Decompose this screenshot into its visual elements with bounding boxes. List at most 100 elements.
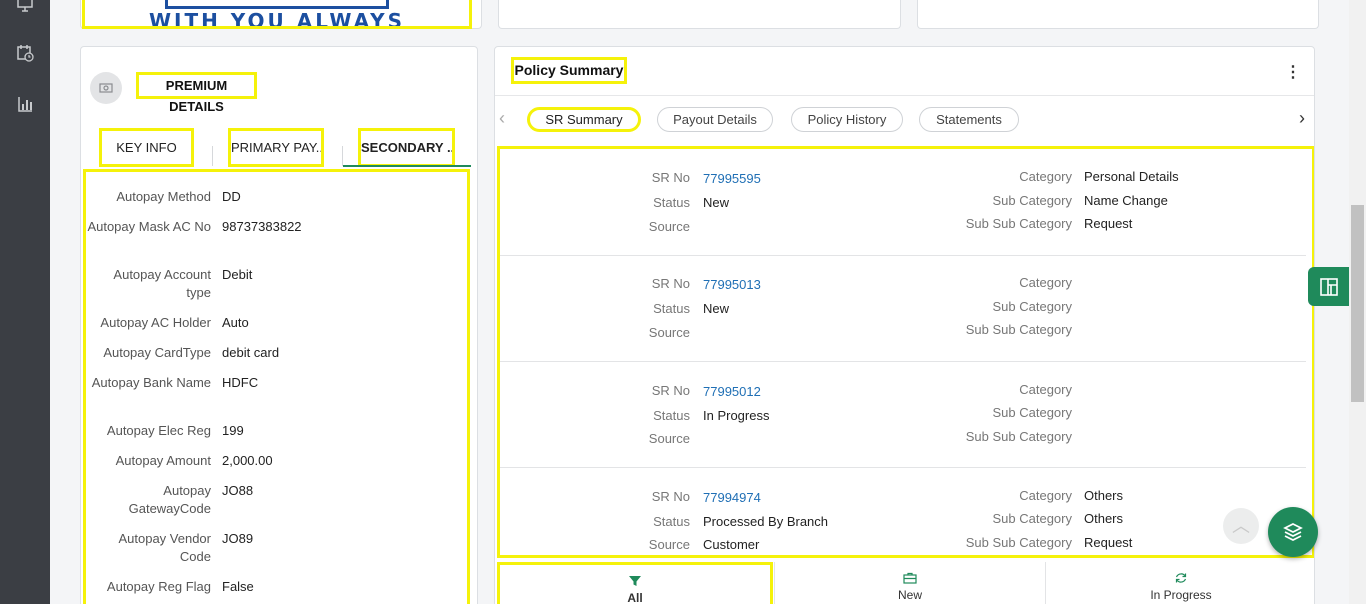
tab-sr-summary[interactable]: SR Summary bbox=[527, 107, 641, 132]
sr-no-label: SR No bbox=[651, 383, 690, 398]
tab-secondary-payment[interactable]: SECONDARY ... bbox=[358, 128, 455, 167]
category-label: Category bbox=[1019, 169, 1072, 184]
active-tab-indicator bbox=[343, 165, 471, 167]
status-value: New bbox=[703, 301, 730, 316]
presentation-icon[interactable] bbox=[16, 0, 34, 13]
banner-frame bbox=[165, 0, 389, 9]
field-value: DD bbox=[222, 189, 241, 204]
layers-button[interactable] bbox=[1268, 507, 1318, 557]
field-value: False bbox=[222, 579, 254, 594]
top-card-right bbox=[917, 0, 1319, 29]
list-item[interactable]: SR No 77995012 Status In Progress Source… bbox=[500, 361, 1306, 468]
field-label: Autopay Amount bbox=[115, 453, 211, 468]
tab-statements[interactable]: Statements bbox=[919, 107, 1019, 132]
sub-category-value: Name Change bbox=[1084, 193, 1168, 208]
premium-details-card: PREMIUM DETAILS KEY INFO PRIMARY PAY... … bbox=[80, 46, 478, 604]
field-value: HDFC bbox=[222, 375, 259, 390]
refresh-icon bbox=[1175, 573, 1187, 583]
field-value: Debit bbox=[222, 267, 253, 282]
field-value: debit card bbox=[222, 345, 280, 360]
layout-icon bbox=[1319, 277, 1338, 296]
field-label: Autopay Account type bbox=[113, 267, 211, 300]
chevron-up-icon: ︿ bbox=[1232, 516, 1250, 536]
sr-no-label: SR No bbox=[651, 489, 690, 504]
category-label: Category bbox=[1019, 275, 1072, 290]
field-value: 199 bbox=[222, 423, 244, 438]
scroll-to-top-button[interactable]: ︿ bbox=[1223, 508, 1259, 544]
divider bbox=[495, 95, 1314, 96]
status-label: Status bbox=[653, 514, 690, 529]
sub-sub-category-value: Request bbox=[1084, 216, 1133, 231]
sub-sub-category-label: Sub Sub Category bbox=[965, 216, 1072, 231]
sub-category-label: Sub Category bbox=[992, 405, 1073, 420]
list-item[interactable]: SR No 77994974 Status Processed By Branc… bbox=[500, 467, 1306, 555]
sub-category-label: Sub Category bbox=[992, 511, 1073, 526]
premium-fields-list: Autopay Method DD Autopay Mask AC No 987… bbox=[83, 169, 470, 604]
category-label: Category bbox=[1019, 382, 1072, 397]
category-label: Category bbox=[1019, 488, 1072, 503]
premium-details-title: PREMIUM DETAILS bbox=[136, 72, 257, 114]
banner-image: WITH YOU ALWAYS bbox=[82, 0, 472, 29]
field-label: Autopay Reg Flag bbox=[106, 579, 211, 594]
status-value: Processed By Branch bbox=[703, 514, 829, 529]
source-label: Source bbox=[648, 219, 690, 234]
top-card-middle bbox=[498, 0, 901, 29]
tab-key-info[interactable]: KEY INFO bbox=[99, 128, 194, 167]
scrollbar-thumb[interactable] bbox=[1351, 205, 1364, 402]
filter-tab-label: In Progress bbox=[1150, 588, 1212, 602]
sr-no-label: SR No bbox=[651, 276, 690, 291]
tab-policy-history[interactable]: Policy History bbox=[791, 107, 903, 132]
field-label: Autopay Elec Reg bbox=[106, 423, 211, 438]
sub-sub-category-label: Sub Sub Category bbox=[965, 429, 1072, 444]
layers-icon bbox=[1283, 523, 1303, 541]
briefcase-icon bbox=[903, 572, 917, 584]
field-label: Autopay Bank Name bbox=[91, 375, 211, 390]
tab-divider bbox=[212, 146, 213, 166]
sr-list: SR No 77995595 Status New Source Categor… bbox=[497, 146, 1314, 558]
sr-no-link[interactable]: 77995012 bbox=[703, 383, 761, 401]
sub-sub-category-label: Sub Sub Category bbox=[965, 535, 1072, 550]
category-value: Personal Details bbox=[1084, 169, 1179, 184]
money-icon bbox=[90, 72, 122, 104]
status-label: Status bbox=[653, 195, 690, 210]
status-filter-tabs: All New In Progress bbox=[495, 558, 1314, 604]
status-label: Status bbox=[653, 408, 690, 423]
sub-category-label: Sub Category bbox=[992, 299, 1073, 314]
field-value: JO88 bbox=[222, 483, 254, 498]
sub-sub-category-value: Request bbox=[1084, 535, 1133, 550]
sub-category-label: Sub Category bbox=[992, 193, 1073, 208]
filter-tab-label: New bbox=[897, 588, 922, 602]
field-value: 98737383822 bbox=[222, 219, 302, 234]
field-label: Autopay Vendor Code bbox=[118, 531, 211, 564]
field-label: Autopay GatewayCode bbox=[128, 483, 211, 516]
chevron-left-icon[interactable]: ‹ bbox=[499, 109, 511, 127]
source-label: Source bbox=[648, 325, 690, 340]
status-value: In Progress bbox=[703, 408, 770, 423]
filter-icon bbox=[629, 576, 641, 586]
tab-payout-details[interactable]: Payout Details bbox=[657, 107, 773, 132]
tab-primary-payment[interactable]: PRIMARY PAY... bbox=[228, 128, 324, 167]
calendar-clock-icon[interactable] bbox=[16, 44, 34, 62]
field-label: Autopay Method bbox=[116, 189, 211, 204]
bar-chart-icon[interactable] bbox=[16, 95, 34, 113]
sr-no-link[interactable]: 77995595 bbox=[703, 170, 761, 188]
banner-text: WITH YOU ALWAYS bbox=[148, 9, 406, 29]
layout-toggle-button[interactable] bbox=[1308, 267, 1349, 306]
field-label: Autopay AC Holder bbox=[100, 315, 211, 330]
source-label: Source bbox=[648, 537, 690, 552]
sr-no-link[interactable]: 77994974 bbox=[703, 489, 761, 507]
filter-tab-in-progress[interactable]: In Progress bbox=[1046, 562, 1314, 604]
chevron-right-icon[interactable]: › bbox=[1299, 109, 1311, 127]
filter-tab-all[interactable]: All bbox=[497, 562, 773, 604]
filter-tab-new[interactable]: New bbox=[775, 562, 1045, 604]
field-value: Auto bbox=[222, 315, 249, 330]
field-label: Autopay CardType bbox=[103, 345, 211, 360]
kebab-icon[interactable]: ⋮ bbox=[1285, 63, 1301, 83]
sidebar bbox=[0, 0, 50, 604]
sr-no-label: SR No bbox=[651, 170, 690, 185]
list-item[interactable]: SR No 77995013 Status New Source Categor… bbox=[500, 255, 1306, 362]
sub-category-value: Others bbox=[1084, 511, 1124, 526]
tab-divider bbox=[342, 146, 343, 166]
list-item[interactable]: SR No 77995595 Status New Source Categor… bbox=[500, 149, 1306, 256]
sr-no-link[interactable]: 77995013 bbox=[703, 276, 761, 294]
